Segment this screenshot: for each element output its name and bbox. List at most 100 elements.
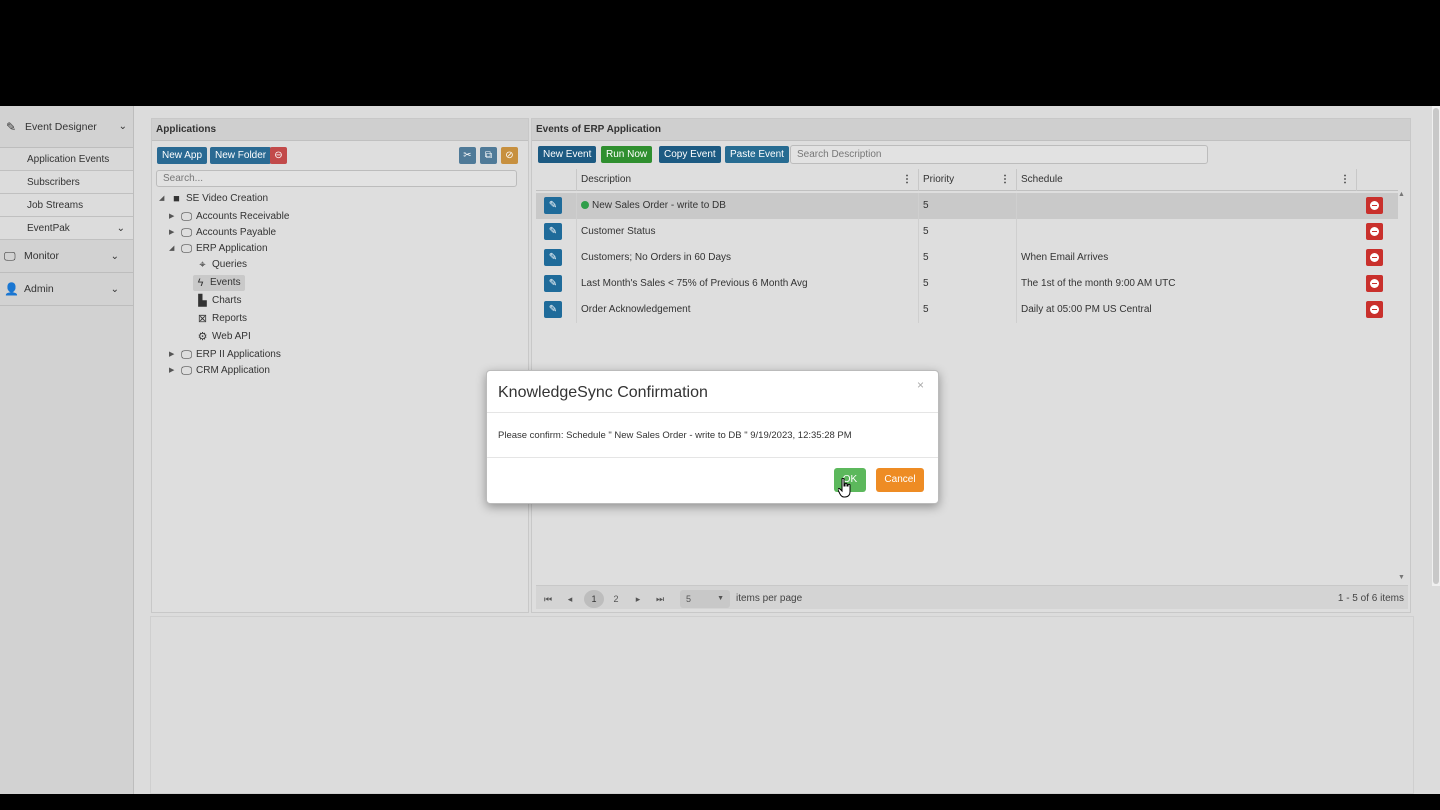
edit-icon[interactable]: ✎ xyxy=(544,197,562,214)
edit-icon[interactable]: ✎ xyxy=(544,301,562,318)
page-scrollbar-thumb[interactable] xyxy=(1433,108,1439,584)
tree-node-root[interactable]: ◢ ■ SE Video Creation xyxy=(159,191,268,207)
tree-node-queries[interactable]: ⌖ Queries xyxy=(195,257,247,273)
prev-page-icon[interactable]: ◂ xyxy=(562,590,578,608)
nav-admin[interactable]: 👤 Admin ⌄ xyxy=(0,273,133,306)
applications-search-input[interactable]: Search... xyxy=(156,170,517,187)
tree-node-accounts-receivable[interactable]: ▶ 🖵 Accounts Receivable xyxy=(169,209,289,225)
pager-summary: 1 - 5 of 6 items xyxy=(1337,593,1404,604)
divider xyxy=(487,457,938,458)
pager: ⏮ ◂ 1 2 ▸ ⏭ 5 ▼ items per page 1 - 5 of … xyxy=(536,585,1408,609)
event-search-input[interactable]: Search Description xyxy=(790,145,1208,164)
nav-event-designer-label: Event Designer xyxy=(25,120,97,133)
delete-button[interactable]: ⊖ xyxy=(270,147,287,164)
next-page-icon[interactable]: ▸ xyxy=(630,590,646,608)
table-row[interactable]: ✎ Last Month's Sales < 75% of Previous 6… xyxy=(536,271,1398,297)
cancel-button[interactable]: Cancel xyxy=(876,468,924,492)
new-folder-button[interactable]: New Folder xyxy=(210,147,272,164)
table-row[interactable]: ✎ Order Acknowledgement 5 Daily at 05:00… xyxy=(536,297,1398,323)
grid-scrollbar[interactable]: ▲ ▼ xyxy=(1396,191,1406,583)
nav-monitor[interactable]: 🖵 Monitor ⌄ xyxy=(0,240,133,273)
delete-row-icon[interactable] xyxy=(1366,249,1383,266)
column-menu-icon[interactable]: ⋮ xyxy=(1340,169,1350,191)
new-app-button[interactable]: New App xyxy=(157,147,208,164)
tree-node-crm[interactable]: ▶ 🖵 CRM Application xyxy=(169,363,270,379)
dialog-title: KnowledgeSync Confirmation xyxy=(498,384,708,401)
delete-row-icon[interactable] xyxy=(1366,275,1383,292)
cut-button[interactable]: ✂ xyxy=(459,147,476,164)
expand-icon[interactable]: ▶ xyxy=(169,347,179,363)
items-per-page-label: items per page xyxy=(736,593,803,604)
page-scrollbar[interactable] xyxy=(1432,106,1440,586)
tree-node-label: CRM Application xyxy=(196,365,270,376)
nav-application-events[interactable]: Application Events xyxy=(0,148,133,171)
delete-row-icon[interactable] xyxy=(1366,301,1383,318)
expand-icon[interactable]: ▶ xyxy=(169,209,179,225)
tree-node-web-api[interactable]: ⚙ Web API xyxy=(195,329,251,345)
table-row[interactable]: ✎ New Sales Order - write to DB 5 xyxy=(536,193,1398,219)
column-description-label: Description xyxy=(581,174,632,185)
scroll-down-icon[interactable]: ▼ xyxy=(1398,574,1405,581)
divider xyxy=(487,412,938,413)
column-menu-icon[interactable]: ⋮ xyxy=(1000,169,1010,191)
column-description[interactable]: Description ⋮ xyxy=(576,169,918,191)
events-grid-header: Description ⋮ Priority ⋮ Schedule ⋮ xyxy=(536,169,1398,191)
nav-job-streams[interactable]: Job Streams xyxy=(0,194,133,217)
new-event-button[interactable]: New Event xyxy=(538,146,597,163)
nav-eventpak[interactable]: EventPak ⌄ xyxy=(0,217,133,240)
chevron-down-icon: ⌄ xyxy=(118,121,127,132)
column-schedule[interactable]: Schedule ⋮ xyxy=(1016,169,1356,191)
edit-icon[interactable]: ✎ xyxy=(544,275,562,292)
copy-event-button[interactable]: Copy Event xyxy=(659,146,721,163)
copy-button[interactable]: ⧉ xyxy=(480,147,497,164)
edit-icon[interactable]: ✎ xyxy=(544,223,562,240)
row-description-text: New Sales Order - write to DB xyxy=(592,200,726,211)
first-page-icon[interactable]: ⏮ xyxy=(540,590,556,608)
excel-icon: ⊠ xyxy=(197,313,208,325)
crosshair-icon: ⌖ xyxy=(199,259,206,271)
row-priority: 5 xyxy=(918,245,1016,271)
check-circle-icon xyxy=(581,201,589,209)
tree-node-reports[interactable]: ⊠ Reports xyxy=(195,311,247,327)
page-2-button[interactable]: 2 xyxy=(608,590,624,608)
nav-job-streams-label: Job Streams xyxy=(27,199,84,211)
tree-node-label: Reports xyxy=(212,313,248,324)
row-priority: 5 xyxy=(918,297,1016,323)
last-page-icon[interactable]: ⏭ xyxy=(652,590,668,608)
row-description: Last Month's Sales < 75% of Previous 6 M… xyxy=(576,271,918,297)
expand-icon[interactable]: ▶ xyxy=(169,363,179,379)
tree-node-charts[interactable]: ▙ Charts xyxy=(195,293,241,309)
column-menu-icon[interactable]: ⋮ xyxy=(902,169,912,191)
paste-event-button[interactable]: Paste Event xyxy=(725,146,789,163)
close-icon[interactable]: × xyxy=(917,378,924,392)
delete-row-icon[interactable] xyxy=(1366,197,1383,214)
confirmation-dialog: KnowledgeSync Confirmation × Please conf… xyxy=(486,370,939,504)
tree-node-label: ERP II Applications xyxy=(196,349,281,360)
page-1-button[interactable]: 1 xyxy=(584,590,604,608)
folder-icon: ■ xyxy=(173,193,180,205)
cancel-paste-button[interactable]: ⊘ xyxy=(501,147,518,164)
tree-node-erp-application[interactable]: ◢ 🖵 ERP Application xyxy=(169,241,268,257)
table-row[interactable]: ✎ Customers; No Orders in 60 Days 5 When… xyxy=(536,245,1398,271)
page-size-select[interactable]: 5 ▼ xyxy=(680,590,730,608)
collapse-icon[interactable]: ◢ xyxy=(169,241,179,257)
ban-icon: ⊘ xyxy=(505,150,514,161)
nav-event-designer[interactable]: ✎ Event Designer ⌄ xyxy=(0,106,133,148)
tree-node-erp2[interactable]: ▶ 🖵 ERP II Applications xyxy=(169,347,281,363)
events-title: Events of ERP Application xyxy=(532,119,1410,141)
tree-node-accounts-payable[interactable]: ▶ 🖵 Accounts Payable xyxy=(169,225,276,241)
dialog-message: Please confirm: Schedule " New Sales Ord… xyxy=(498,430,852,441)
table-row[interactable]: ✎ Customer Status 5 xyxy=(536,219,1398,245)
edit-icon[interactable]: ✎ xyxy=(544,249,562,266)
column-priority[interactable]: Priority ⋮ xyxy=(918,169,1016,191)
nav-subscribers[interactable]: Subscribers xyxy=(0,171,133,194)
expand-icon[interactable]: ▶ xyxy=(169,225,179,241)
nav-subscribers-label: Subscribers xyxy=(27,176,80,188)
tree-node-events[interactable]: ϟ Events xyxy=(193,275,245,291)
lightning-icon: ϟ xyxy=(197,277,204,289)
collapse-icon[interactable]: ◢ xyxy=(159,191,169,207)
delete-row-icon[interactable] xyxy=(1366,223,1383,240)
run-now-button[interactable]: Run Now xyxy=(601,146,653,163)
scroll-up-icon[interactable]: ▲ xyxy=(1398,191,1405,198)
monitor-icon: 🖵 xyxy=(181,227,192,239)
